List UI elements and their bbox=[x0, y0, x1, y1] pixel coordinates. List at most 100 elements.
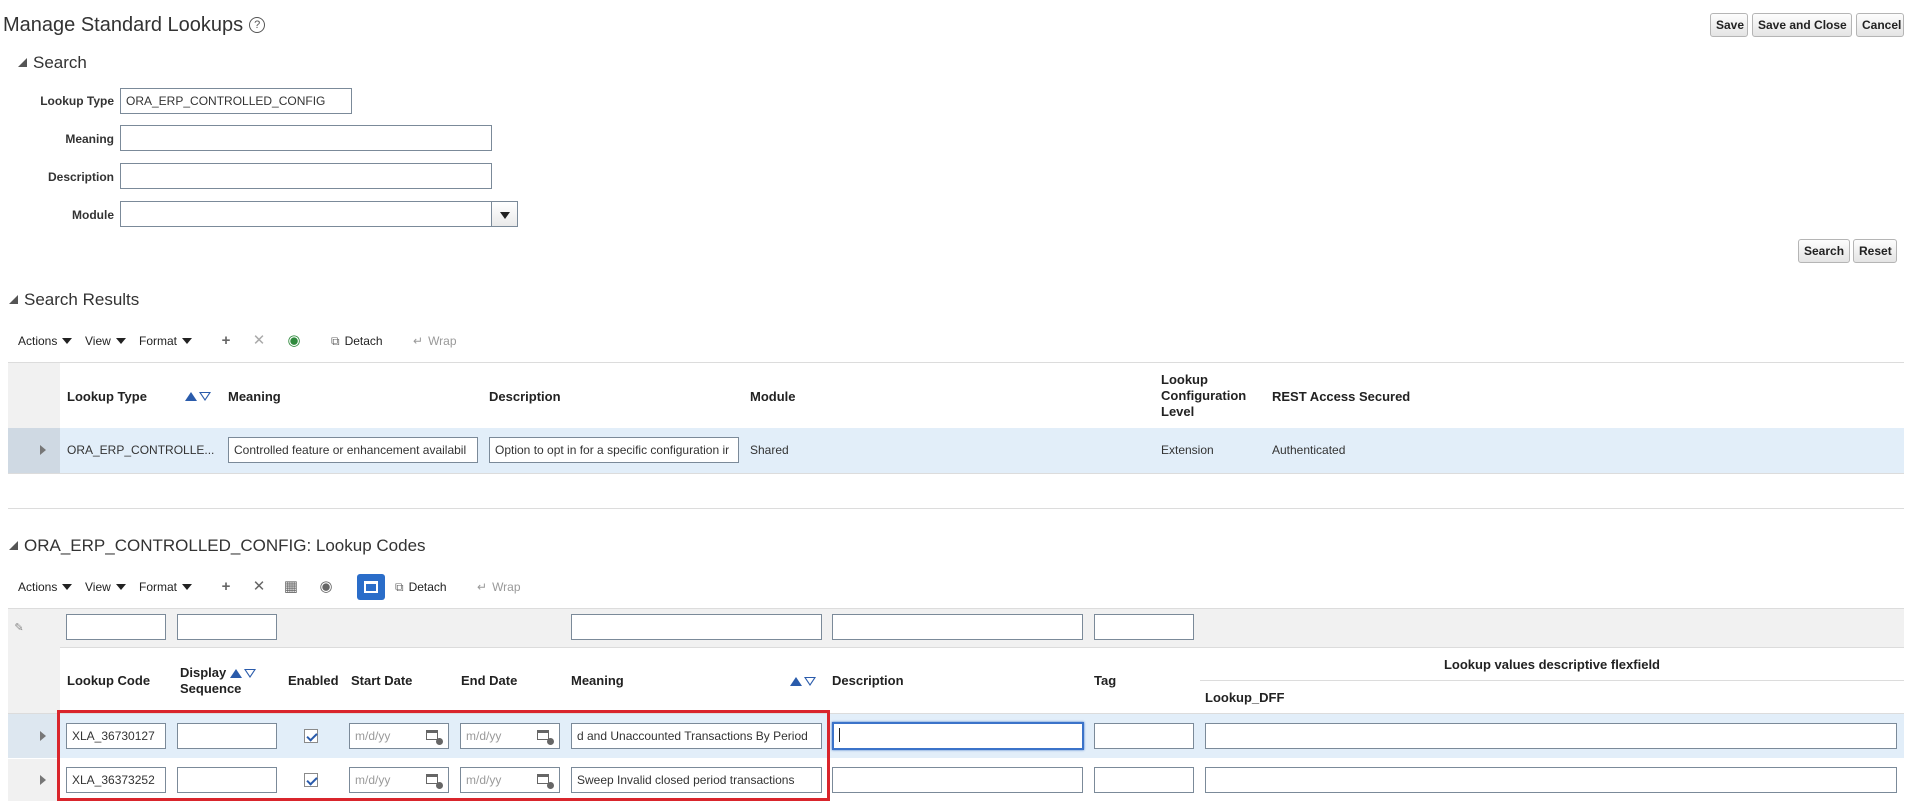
add-icon[interactable]: + bbox=[217, 579, 235, 595]
query-by-example-icon[interactable] bbox=[357, 574, 385, 600]
add-icon[interactable]: + bbox=[217, 333, 235, 349]
lookup-type-input[interactable]: ORA_ERP_CONTROLLED_CONFIG bbox=[120, 88, 352, 114]
expand-icon[interactable] bbox=[40, 775, 46, 785]
col-lookup-type[interactable]: Lookup Type bbox=[67, 389, 147, 404]
col-lookup-code[interactable]: Lookup Code bbox=[67, 673, 150, 688]
description-input[interactable] bbox=[120, 163, 492, 189]
caret-down-icon bbox=[62, 584, 73, 590]
save-button[interactable]: Save bbox=[1710, 13, 1748, 37]
col-description[interactable]: Description bbox=[832, 673, 904, 688]
meaning-input[interactable] bbox=[120, 125, 492, 151]
col-enabled[interactable]: Enabled bbox=[288, 673, 339, 688]
sort-descending-icon[interactable] bbox=[243, 669, 256, 678]
expand-icon[interactable] bbox=[40, 731, 46, 741]
caret-down-icon bbox=[182, 584, 193, 590]
filter-description[interactable] bbox=[832, 614, 1083, 640]
cancel-button[interactable]: Cancel bbox=[1856, 13, 1904, 37]
filter-display-sequence[interactable] bbox=[177, 614, 277, 640]
codes-wrap-button[interactable]: ↵ Wrap bbox=[477, 580, 521, 594]
row-description-input[interactable]: Option to opt in for a specific configur… bbox=[489, 437, 739, 463]
globe-icon[interactable]: ◉ bbox=[317, 579, 335, 595]
row-header[interactable] bbox=[8, 759, 60, 801]
lookup-type-label: Lookup Type bbox=[40, 94, 114, 108]
sort-ascending-icon[interactable] bbox=[790, 677, 802, 686]
reset-button[interactable]: Reset bbox=[1853, 239, 1897, 263]
col-description[interactable]: Description bbox=[489, 389, 561, 404]
chevron-down-icon[interactable] bbox=[491, 201, 518, 227]
lookup-dff-input[interactable] bbox=[1205, 723, 1897, 749]
col-display-sequence-line: Sequence bbox=[180, 681, 242, 696]
detach-button[interactable]: ⧉ Detach bbox=[331, 334, 383, 349]
codes-format-menu[interactable]: Format bbox=[139, 580, 193, 594]
col-meaning[interactable]: Meaning bbox=[228, 389, 281, 404]
view-menu[interactable]: View bbox=[85, 334, 126, 348]
tag-input[interactable] bbox=[1094, 723, 1194, 749]
col-lookup-dff[interactable]: Lookup_DFF bbox=[1205, 690, 1284, 705]
edit-table-icon[interactable]: ▦ bbox=[282, 579, 300, 595]
module-select[interactable] bbox=[120, 201, 492, 227]
format-menu[interactable]: Format bbox=[139, 334, 193, 348]
wrap-button[interactable]: ↵ Wrap bbox=[413, 334, 457, 348]
col-config-level-line: Lookup bbox=[1161, 372, 1208, 387]
row-header[interactable] bbox=[8, 428, 60, 473]
row-header[interactable] bbox=[8, 714, 60, 758]
row-rest-access: Authenticated bbox=[1272, 443, 1346, 457]
col-module[interactable]: Module bbox=[750, 389, 796, 404]
module-label: Module bbox=[72, 208, 114, 222]
view-label: View bbox=[85, 334, 111, 348]
search-section-header[interactable]: Search bbox=[18, 53, 87, 73]
tag-input[interactable] bbox=[1094, 767, 1194, 793]
codes-actions-menu[interactable]: Actions bbox=[18, 580, 73, 594]
filter-tag[interactable] bbox=[1094, 614, 1194, 640]
search-section-title: Search bbox=[33, 53, 87, 72]
filter-lookup-code[interactable] bbox=[66, 614, 166, 640]
sort-ascending-icon[interactable] bbox=[229, 669, 242, 678]
sort-descending-icon[interactable] bbox=[199, 392, 211, 401]
sort-ascending-icon[interactable] bbox=[185, 392, 197, 401]
format-label: Format bbox=[139, 580, 178, 594]
detach-label: Detach bbox=[344, 334, 383, 348]
col-start-date[interactable]: Start Date bbox=[351, 673, 412, 688]
caret-down-icon bbox=[115, 338, 126, 344]
pencil-icon: ✎ bbox=[14, 622, 24, 634]
col-end-date[interactable]: End Date bbox=[461, 673, 517, 688]
row-lookup-type: ORA_ERP_CONTROLLE... bbox=[67, 443, 215, 457]
divider bbox=[8, 508, 1904, 509]
globe-icon[interactable]: ◉ bbox=[285, 333, 303, 349]
divider bbox=[8, 362, 1904, 363]
search-button[interactable]: Search bbox=[1798, 239, 1850, 263]
highlight-annotation-box bbox=[57, 710, 830, 801]
row-meaning-input[interactable]: Controlled feature or enhancement availa… bbox=[228, 437, 478, 463]
description-input[interactable] bbox=[832, 767, 1083, 793]
wrap-label: Wrap bbox=[428, 334, 457, 348]
delete-icon[interactable]: ✕ bbox=[250, 333, 268, 349]
delete-icon[interactable]: ✕ bbox=[250, 579, 268, 595]
save-and-close-button[interactable]: Save and Close bbox=[1752, 13, 1852, 37]
help-icon[interactable]: ? bbox=[249, 17, 266, 33]
codes-section-header[interactable]: ORA_ERP_CONTROLLED_CONFIG: Lookup Codes bbox=[9, 536, 426, 556]
filter-meaning[interactable] bbox=[571, 614, 822, 640]
sort-descending-icon[interactable] bbox=[804, 677, 816, 686]
caret-down-icon bbox=[182, 338, 193, 344]
divider bbox=[8, 473, 1904, 474]
description-label: Description bbox=[47, 170, 114, 184]
actions-menu[interactable]: Actions bbox=[18, 334, 73, 348]
codes-section-title: ORA_ERP_CONTROLLED_CONFIG: Lookup Codes bbox=[24, 536, 426, 555]
caret-down-icon bbox=[115, 584, 126, 590]
description-input[interactable] bbox=[832, 722, 1084, 750]
actions-label: Actions bbox=[18, 580, 58, 594]
page-title: Manage Standard Lookups? bbox=[3, 14, 266, 37]
col-display-sequence[interactable]: Display Sequence bbox=[180, 665, 256, 697]
col-config-level[interactable]: Lookup Configuration Level bbox=[1161, 372, 1246, 420]
sort-control[interactable] bbox=[790, 674, 816, 688]
lookup-dff-input[interactable] bbox=[1205, 767, 1897, 793]
expand-icon[interactable] bbox=[40, 445, 46, 455]
page-title-text: Manage Standard Lookups bbox=[3, 14, 244, 36]
col-rest-access[interactable]: REST Access Secured bbox=[1272, 389, 1410, 404]
col-tag[interactable]: Tag bbox=[1094, 673, 1116, 688]
codes-detach-button[interactable]: ⧉ Detach bbox=[395, 580, 447, 595]
sort-control[interactable] bbox=[185, 389, 211, 403]
codes-view-menu[interactable]: View bbox=[85, 580, 126, 594]
results-section-header[interactable]: Search Results bbox=[9, 290, 139, 310]
col-meaning[interactable]: Meaning bbox=[571, 673, 624, 688]
